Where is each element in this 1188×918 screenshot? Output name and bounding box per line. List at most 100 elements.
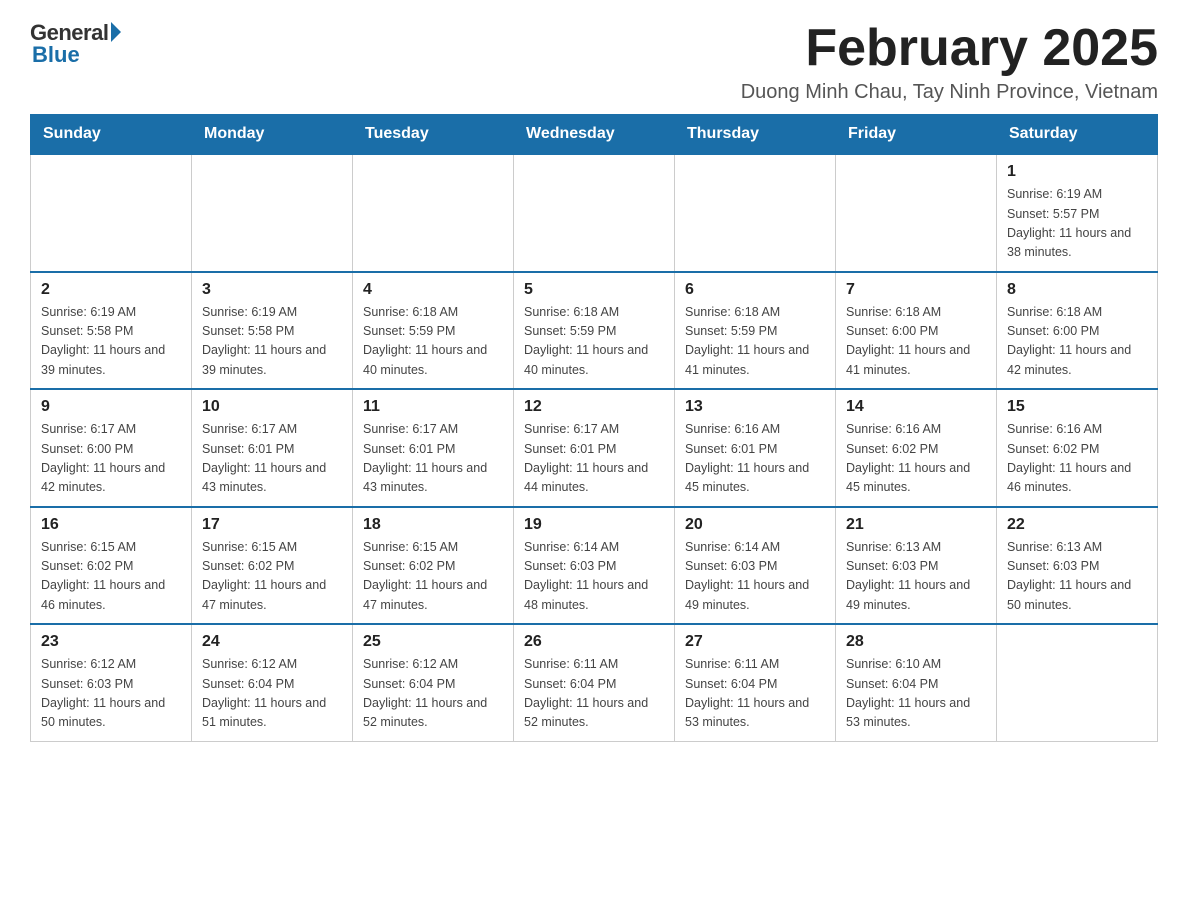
calendar-cell: 6 Sunrise: 6:18 AMSunset: 5:59 PMDaylight…	[675, 272, 836, 390]
title-section: February 2025 Duong Minh Chau, Tay Ninh …	[741, 20, 1158, 104]
day-number: 20	[685, 516, 825, 534]
day-number: 17	[202, 516, 342, 534]
calendar-cell: 19 Sunrise: 6:14 AMSunset: 6:03 PMDayligh…	[514, 507, 675, 625]
calendar-cell: 2 Sunrise: 6:19 AMSunset: 5:58 PMDaylight…	[31, 272, 192, 390]
day-number: 23	[41, 633, 181, 651]
day-info: Sunrise: 6:18 AMSunset: 5:59 PMDaylight:…	[363, 303, 503, 381]
calendar-cell: 25 Sunrise: 6:12 AMSunset: 6:04 PMDayligh…	[353, 624, 514, 741]
calendar-cell	[997, 624, 1158, 741]
day-info: Sunrise: 6:16 AMSunset: 6:02 PMDaylight:…	[846, 420, 986, 498]
calendar-header-thursday: Thursday	[675, 115, 836, 155]
calendar-cell	[353, 154, 514, 272]
day-number: 6	[685, 281, 825, 299]
calendar-cell: 4 Sunrise: 6:18 AMSunset: 5:59 PMDaylight…	[353, 272, 514, 390]
calendar-cell	[675, 154, 836, 272]
calendar-week-4: 16 Sunrise: 6:15 AMSunset: 6:02 PMDayligh…	[31, 507, 1158, 625]
calendar-cell: 13Sunrise: 6:16 AMSunset: 6:01 PMDayligh…	[675, 389, 836, 507]
day-info: Sunrise: 6:18 AMSunset: 6:00 PMDaylight:…	[1007, 303, 1147, 381]
day-number: 18	[363, 516, 503, 534]
calendar-header-row: SundayMondayTuesdayWednesdayThursdayFrid…	[31, 115, 1158, 155]
day-number: 11	[363, 398, 503, 416]
calendar-cell: 7 Sunrise: 6:18 AMSunset: 6:00 PMDaylight…	[836, 272, 997, 390]
calendar-cell: 9 Sunrise: 6:17 AMSunset: 6:00 PMDaylight…	[31, 389, 192, 507]
calendar-cell: 11Sunrise: 6:17 AMSunset: 6:01 PMDayligh…	[353, 389, 514, 507]
day-info: Sunrise: 6:12 AMSunset: 6:04 PMDaylight:…	[363, 655, 503, 733]
calendar-cell: 12 Sunrise: 6:17 AMSunset: 6:01 PMDayligh…	[514, 389, 675, 507]
calendar-cell: 27 Sunrise: 6:11 AMSunset: 6:04 PMDayligh…	[675, 624, 836, 741]
calendar-table: SundayMondayTuesdayWednesdayThursdayFrid…	[30, 114, 1158, 742]
day-info: Sunrise: 6:12 AMSunset: 6:03 PMDaylight:…	[41, 655, 181, 733]
day-number: 14	[846, 398, 986, 416]
day-number: 21	[846, 516, 986, 534]
calendar-header-saturday: Saturday	[997, 115, 1158, 155]
day-info: Sunrise: 6:10 AMSunset: 6:04 PMDaylight:…	[846, 655, 986, 733]
calendar-cell: 17 Sunrise: 6:15 AMSunset: 6:02 PMDayligh…	[192, 507, 353, 625]
day-number: 15	[1007, 398, 1147, 416]
calendar-cell: 10 Sunrise: 6:17 AMSunset: 6:01 PMDayligh…	[192, 389, 353, 507]
day-number: 3	[202, 281, 342, 299]
calendar-cell	[31, 154, 192, 272]
day-number: 22	[1007, 516, 1147, 534]
day-info: Sunrise: 6:15 AMSunset: 6:02 PMDaylight:…	[41, 538, 181, 616]
calendar-header-tuesday: Tuesday	[353, 115, 514, 155]
day-number: 27	[685, 633, 825, 651]
calendar-cell: 18 Sunrise: 6:15 AMSunset: 6:02 PMDayligh…	[353, 507, 514, 625]
day-info: Sunrise: 6:19 AMSunset: 5:58 PMDaylight:…	[202, 303, 342, 381]
day-number: 10	[202, 398, 342, 416]
calendar-header-friday: Friday	[836, 115, 997, 155]
calendar-cell: 14 Sunrise: 6:16 AMSunset: 6:02 PMDayligh…	[836, 389, 997, 507]
calendar-week-5: 23 Sunrise: 6:12 AMSunset: 6:03 PMDayligh…	[31, 624, 1158, 741]
logo-arrow-icon	[111, 22, 121, 42]
day-number: 26	[524, 633, 664, 651]
day-info: Sunrise: 6:14 AMSunset: 6:03 PMDaylight:…	[685, 538, 825, 616]
day-info: Sunrise: 6:19 AMSunset: 5:57 PMDaylight:…	[1007, 185, 1147, 263]
calendar-cell	[514, 154, 675, 272]
day-info: Sunrise: 6:15 AMSunset: 6:02 PMDaylight:…	[202, 538, 342, 616]
day-info: Sunrise: 6:11 AMSunset: 6:04 PMDaylight:…	[685, 655, 825, 733]
calendar-cell: 5 Sunrise: 6:18 AMSunset: 5:59 PMDaylight…	[514, 272, 675, 390]
day-number: 19	[524, 516, 664, 534]
day-number: 4	[363, 281, 503, 299]
calendar-cell	[836, 154, 997, 272]
calendar-week-1: 1 Sunrise: 6:19 AMSunset: 5:57 PMDaylight…	[31, 154, 1158, 272]
day-info: Sunrise: 6:18 AMSunset: 5:59 PMDaylight:…	[685, 303, 825, 381]
calendar-cell: 23 Sunrise: 6:12 AMSunset: 6:03 PMDayligh…	[31, 624, 192, 741]
day-info: Sunrise: 6:14 AMSunset: 6:03 PMDaylight:…	[524, 538, 664, 616]
day-number: 28	[846, 633, 986, 651]
day-info: Sunrise: 6:13 AMSunset: 6:03 PMDaylight:…	[846, 538, 986, 616]
day-info: Sunrise: 6:17 AMSunset: 6:00 PMDaylight:…	[41, 420, 181, 498]
day-number: 8	[1007, 281, 1147, 299]
day-number: 16	[41, 516, 181, 534]
day-info: Sunrise: 6:15 AMSunset: 6:02 PMDaylight:…	[363, 538, 503, 616]
day-number: 2	[41, 281, 181, 299]
day-number: 1	[1007, 163, 1147, 181]
day-number: 25	[363, 633, 503, 651]
day-number: 13	[685, 398, 825, 416]
calendar-header-wednesday: Wednesday	[514, 115, 675, 155]
calendar-cell: 28 Sunrise: 6:10 AMSunset: 6:04 PMDayligh…	[836, 624, 997, 741]
logo-blue-text: Blue	[32, 42, 80, 67]
day-info: Sunrise: 6:18 AMSunset: 6:00 PMDaylight:…	[846, 303, 986, 381]
month-title: February 2025	[741, 20, 1158, 77]
calendar-week-3: 9 Sunrise: 6:17 AMSunset: 6:00 PMDaylight…	[31, 389, 1158, 507]
page-header: General Blue February 2025 Duong Minh Ch…	[30, 20, 1158, 104]
day-info: Sunrise: 6:16 AMSunset: 6:02 PMDaylight:…	[1007, 420, 1147, 498]
day-info: Sunrise: 6:17 AMSunset: 6:01 PMDaylight:…	[524, 420, 664, 498]
calendar-cell: 22Sunrise: 6:13 AMSunset: 6:03 PMDayligh…	[997, 507, 1158, 625]
day-number: 12	[524, 398, 664, 416]
day-number: 7	[846, 281, 986, 299]
calendar-cell: 8 Sunrise: 6:18 AMSunset: 6:00 PMDaylight…	[997, 272, 1158, 390]
calendar-cell: 16 Sunrise: 6:15 AMSunset: 6:02 PMDayligh…	[31, 507, 192, 625]
day-number: 9	[41, 398, 181, 416]
day-info: Sunrise: 6:18 AMSunset: 5:59 PMDaylight:…	[524, 303, 664, 381]
day-info: Sunrise: 6:19 AMSunset: 5:58 PMDaylight:…	[41, 303, 181, 381]
logo: General Blue	[30, 20, 121, 68]
day-info: Sunrise: 6:17 AMSunset: 6:01 PMDaylight:…	[202, 420, 342, 498]
calendar-cell: 15 Sunrise: 6:16 AMSunset: 6:02 PMDayligh…	[997, 389, 1158, 507]
day-number: 24	[202, 633, 342, 651]
location: Duong Minh Chau, Tay Ninh Province, Viet…	[741, 81, 1158, 104]
day-number: 5	[524, 281, 664, 299]
calendar-cell: 3 Sunrise: 6:19 AMSunset: 5:58 PMDaylight…	[192, 272, 353, 390]
day-info: Sunrise: 6:12 AMSunset: 6:04 PMDaylight:…	[202, 655, 342, 733]
day-info: Sunrise: 6:11 AMSunset: 6:04 PMDaylight:…	[524, 655, 664, 733]
